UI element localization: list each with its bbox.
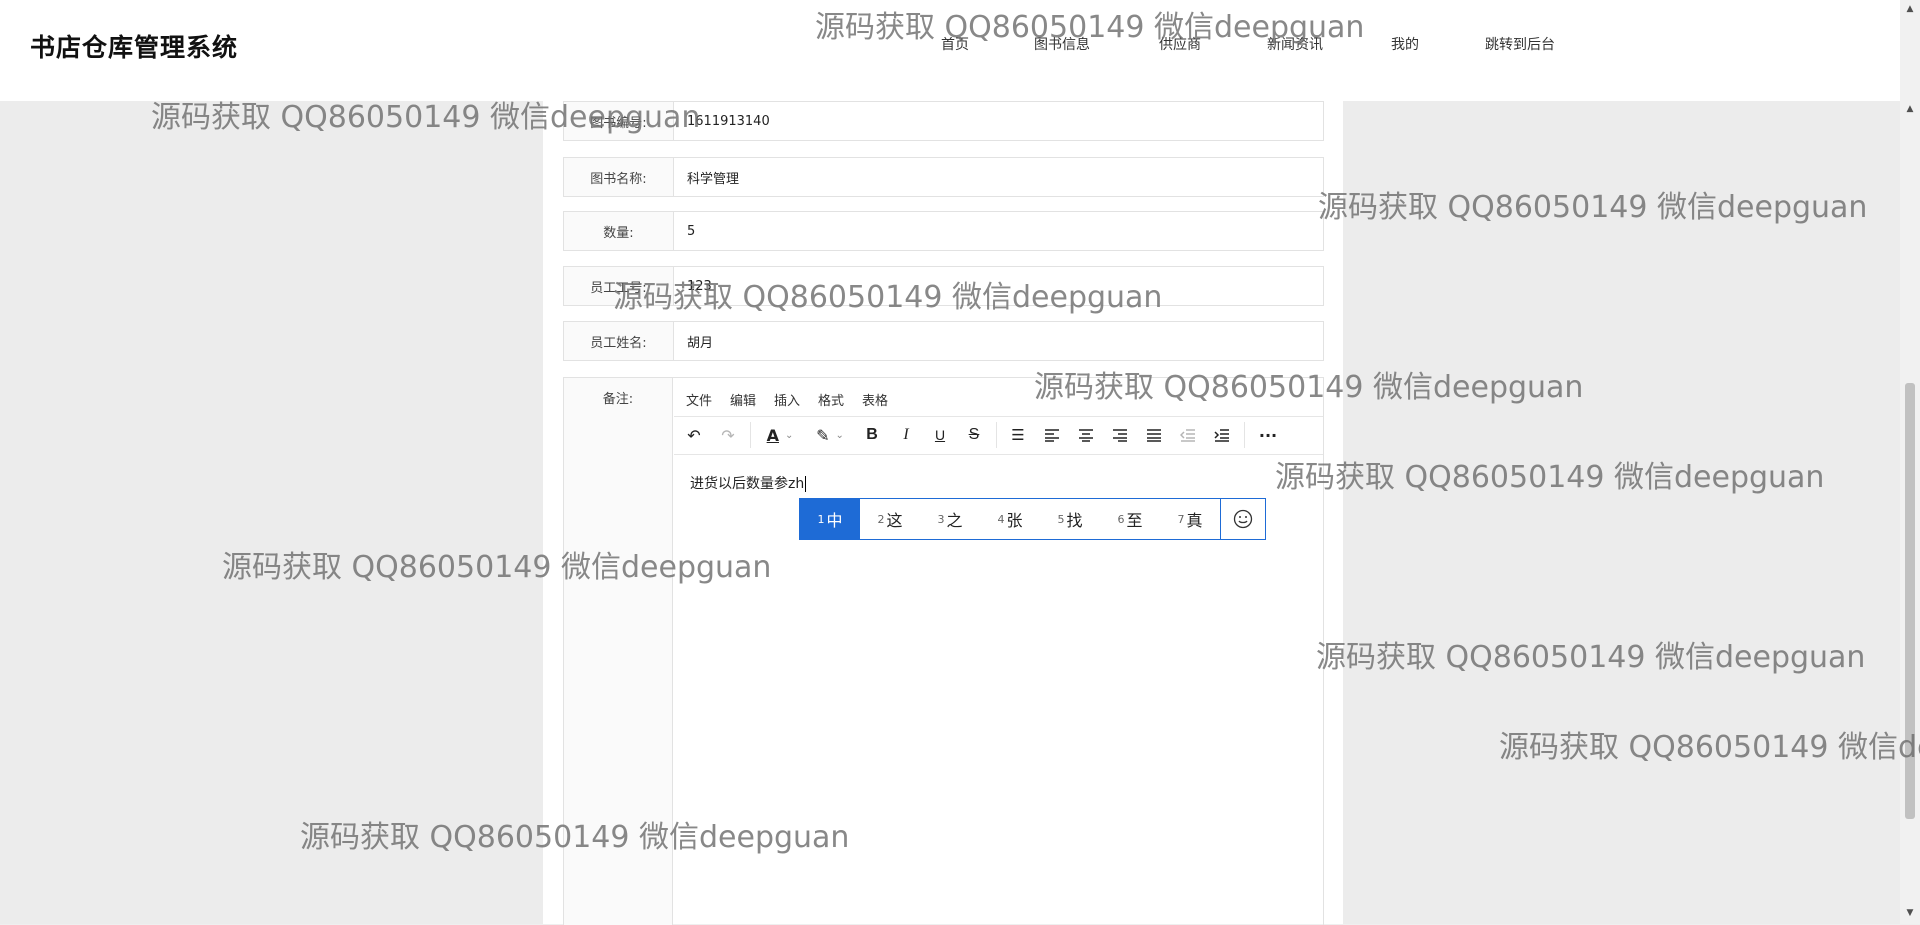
scrollbar-thumb[interactable]	[1905, 383, 1915, 819]
redo-icon[interactable]: ↷	[716, 423, 740, 447]
scroll-down-arrow-icon[interactable]: ▼	[1905, 908, 1915, 918]
main-nav: 首页 图书信息 供应商 新闻资讯 我的 跳转到后台	[0, 34, 1900, 54]
text-caret	[805, 476, 807, 492]
menu-edit[interactable]: 编辑	[730, 390, 756, 409]
remark-editor-row: 备注: 文件 编辑 插入 格式 表格 ↶ ↷ A⌄ ✎⌄ B I U S ☰	[563, 377, 1324, 925]
ime-candidate-6[interactable]: 6至	[1100, 499, 1160, 539]
scroll-up-arrow-icon[interactable]: ▲	[1905, 104, 1915, 114]
ime-candidate-5[interactable]: 5找	[1040, 499, 1100, 539]
menu-file[interactable]: 文件	[686, 390, 712, 409]
editor-menubar: 文件 编辑 插入 格式 表格	[674, 378, 1323, 417]
scroll-up-arrow-icon[interactable]: ▲	[1905, 4, 1915, 14]
editor-toolbar: ↶ ↷ A ⌄ ✎ ⌄ B I U S ☰ ···	[674, 416, 1323, 455]
italic-icon[interactable]: I	[894, 423, 918, 447]
align-right-icon[interactable]	[1108, 423, 1132, 447]
form-row-employee-id: 员工工号: 123	[563, 266, 1324, 306]
ime-candidate-4[interactable]: 4张	[980, 499, 1040, 539]
nav-go-to-admin[interactable]: 跳转到后台	[1485, 34, 1555, 54]
book-id-input[interactable]: 1611913140	[675, 102, 1323, 140]
toolbar-separator	[996, 422, 997, 448]
form-row-quantity: 数量: 5	[563, 211, 1324, 251]
align-center-icon[interactable]	[1074, 423, 1098, 447]
bold-icon[interactable]: B	[860, 423, 884, 447]
employee-name-label: 员工姓名:	[564, 322, 674, 360]
outdent-icon[interactable]	[1176, 423, 1200, 447]
top-navbar: 书店仓库管理系统 首页 图书信息 供应商 新闻资讯 我的 跳转到后台	[0, 0, 1900, 101]
nav-home[interactable]: 首页	[941, 34, 969, 54]
form-row-book-id: 图书编号: 1611913140	[563, 101, 1324, 141]
book-id-label: 图书编号:	[564, 102, 674, 140]
page-scrollbar[interactable]: ▲ ▲ ▼	[1900, 0, 1920, 924]
ime-candidate-1[interactable]: 1中	[800, 499, 860, 539]
book-name-label: 图书名称:	[564, 158, 674, 196]
strikethrough-icon[interactable]: S	[962, 423, 986, 447]
quantity-input[interactable]: 5	[675, 212, 1323, 250]
ime-candidate-2[interactable]: 2这	[860, 499, 920, 539]
toolbar-separator	[1244, 422, 1245, 448]
form-row-employee-name: 员工姓名: 胡月	[563, 321, 1324, 361]
more-options-icon[interactable]: ···	[1254, 423, 1282, 447]
employee-id-input[interactable]: 123	[675, 267, 1323, 305]
menu-table[interactable]: 表格	[862, 390, 888, 409]
employee-name-input[interactable]: 胡月	[675, 322, 1323, 360]
toolbar-separator	[750, 422, 751, 448]
indent-icon[interactable]	[1210, 423, 1234, 447]
employee-id-label: 员工工号:	[564, 267, 674, 305]
ime-candidate-window: 1中 2这 3之 4张 5找 6至 7真	[799, 498, 1266, 540]
editor-text: 进货以后数量参zh	[690, 476, 805, 492]
ime-candidate-3[interactable]: 3之	[920, 499, 980, 539]
page-background-left	[0, 101, 543, 924]
nav-suppliers[interactable]: 供应商	[1159, 34, 1201, 54]
nav-news[interactable]: 新闻资讯	[1267, 34, 1323, 54]
highlight-color-icon[interactable]: ✎ ⌄	[810, 423, 850, 447]
book-name-input[interactable]: 科学管理	[675, 158, 1323, 196]
nav-mine[interactable]: 我的	[1391, 34, 1419, 54]
remark-label: 备注:	[564, 378, 673, 925]
ime-candidate-7[interactable]: 7真	[1160, 499, 1220, 539]
quantity-label: 数量:	[564, 212, 674, 250]
underline-icon[interactable]: U	[928, 423, 952, 447]
line-height-icon[interactable]: ☰	[1006, 423, 1030, 447]
editor-content[interactable]: 进货以后数量参zh	[690, 473, 807, 493]
page-background-right	[1343, 101, 1900, 924]
form-row-book-name: 图书名称: 科学管理	[563, 157, 1324, 197]
smiley-icon[interactable]	[1220, 499, 1265, 539]
nav-book-info[interactable]: 图书信息	[1034, 34, 1090, 54]
undo-icon[interactable]: ↶	[682, 423, 706, 447]
text-color-icon[interactable]: A ⌄	[760, 423, 800, 447]
menu-format[interactable]: 格式	[818, 390, 844, 409]
menu-insert[interactable]: 插入	[774, 390, 800, 409]
align-justify-icon[interactable]	[1142, 423, 1166, 447]
align-left-icon[interactable]	[1040, 423, 1064, 447]
